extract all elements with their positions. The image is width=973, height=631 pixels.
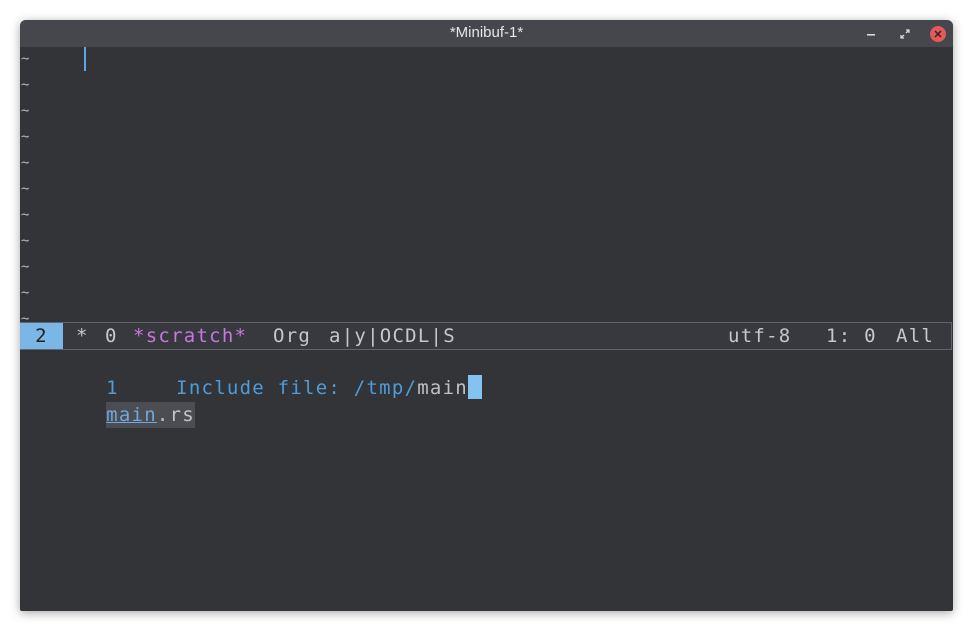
encoding[interactable]: utf-8 xyxy=(728,323,791,349)
emacs-window: *Minibuf-1* ~ ~ ~ ~ ~ ~ ~ ~ ~ ~ ~ 2 * 0 … xyxy=(20,20,953,611)
minibuffer[interactable]: 1 Include file: /tmp/main main.rs xyxy=(20,349,953,459)
text-cursor xyxy=(84,47,86,71)
tilde-marker: ~ xyxy=(21,155,30,171)
mode-line[interactable]: 2 * 0 *scratch* Org a|y|OCDL|S utf-8 1: … xyxy=(20,322,952,350)
window-title: *Minibuf-1* xyxy=(449,24,524,41)
tilde-marker: ~ xyxy=(21,181,30,197)
title-bar[interactable]: *Minibuf-1* xyxy=(20,20,953,47)
buffer-name[interactable]: *scratch* xyxy=(133,323,247,349)
minimize-icon xyxy=(867,34,875,36)
tilde-marker: ~ xyxy=(21,259,30,275)
tilde-marker: ~ xyxy=(21,51,30,67)
modified-flag: * xyxy=(76,325,89,347)
tilde-marker: ~ xyxy=(21,129,30,145)
candidate-rest: .rs xyxy=(156,404,195,426)
window-number-badge: 2 xyxy=(20,323,63,349)
cursor-position: 1: 0 xyxy=(826,325,877,347)
close-button[interactable] xyxy=(929,25,947,43)
tilde-marker: ~ xyxy=(21,207,30,223)
tilde-marker: ~ xyxy=(21,103,30,119)
tilde-marker: ~ xyxy=(21,233,30,249)
zero-indicator: 0 xyxy=(105,325,118,347)
minimize-button[interactable] xyxy=(862,25,880,43)
minibuffer-input[interactable]: main xyxy=(417,377,468,399)
scroll-position: All xyxy=(896,325,935,347)
minibuffer-input-line[interactable]: Include file: /tmp/main xyxy=(100,349,482,399)
block-cursor xyxy=(468,375,482,399)
candidate-match: main xyxy=(106,404,157,426)
restore-icon xyxy=(900,29,910,39)
tilde-marker: ~ xyxy=(21,77,30,93)
selected-candidate[interactable]: main.rs xyxy=(106,402,195,428)
tilde-marker: ~ xyxy=(21,285,30,301)
minor-modes[interactable]: a|y|OCDL|S xyxy=(329,323,456,349)
restore-button[interactable] xyxy=(896,25,914,43)
completion-candidate[interactable]: main.rs xyxy=(30,376,195,428)
close-icon xyxy=(930,26,946,42)
minibuffer-prompt: Include file: /tmp/ xyxy=(176,377,418,399)
major-mode[interactable]: Org xyxy=(273,323,311,349)
